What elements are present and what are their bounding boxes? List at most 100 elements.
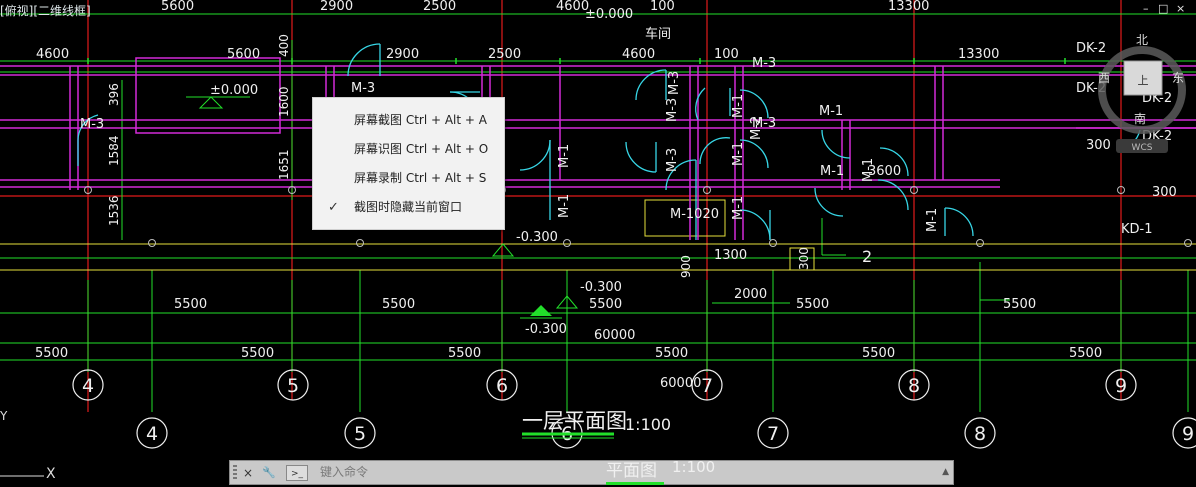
axis-row2-0: 4 bbox=[146, 423, 158, 445]
door-label-7: M-1 bbox=[819, 104, 843, 119]
ucs-y-label: Y bbox=[0, 409, 8, 423]
scroll-up-icon[interactable]: ▲ bbox=[942, 467, 949, 477]
misc-dim-7: 2 bbox=[862, 247, 872, 266]
vdim-7: 900 bbox=[679, 255, 693, 278]
restore-icon[interactable]: □ bbox=[1158, 2, 1168, 15]
span-5500-g: 5500 bbox=[655, 346, 688, 361]
elev-mid-2: -0.300 bbox=[525, 322, 567, 337]
menu-item-label: 屏幕截图 Ctrl + Alt + A bbox=[354, 113, 487, 127]
plan-title-scale: 1:100 bbox=[625, 415, 671, 434]
menu-item-label: 截图时隐藏当前窗口 bbox=[354, 200, 463, 214]
close-icon[interactable]: × bbox=[240, 465, 256, 481]
total-60000-b: 60000 bbox=[660, 376, 701, 391]
axis-row1-1: 5 bbox=[287, 375, 299, 397]
cad-drawing-canvas[interactable]: 5600 2900 2500 4600 100 13300 4600 5600 … bbox=[0, 0, 1196, 487]
door-label-2: M-3 bbox=[752, 56, 776, 71]
axis-row2-1: 5 bbox=[354, 423, 366, 445]
plan-label: 平面图 bbox=[606, 461, 657, 481]
menu-item-screenshot[interactable]: 屏幕截图 Ctrl + Alt + A bbox=[313, 106, 504, 135]
vdim-2: 400 bbox=[277, 34, 291, 57]
dim-row2-3: 2500 bbox=[488, 47, 521, 62]
menu-item-hide-window[interactable]: ✓ 截图时隐藏当前窗口 bbox=[313, 193, 504, 222]
dim-row2-1: 5600 bbox=[227, 47, 260, 62]
axis-row1-0: 4 bbox=[82, 375, 94, 397]
dim-row2-0: 4600 bbox=[36, 47, 69, 62]
door-label-12: M-1 bbox=[731, 142, 746, 166]
kd-label: KD-1 bbox=[1121, 222, 1153, 237]
command-bar: × 🔧 >_ 键入命令 ▲ bbox=[229, 460, 954, 485]
door-label-0: M-3 bbox=[351, 81, 375, 96]
dim-row2-5: 100 bbox=[714, 47, 739, 62]
check-icon: ✓ bbox=[328, 200, 339, 215]
misc-dim-2: 300 bbox=[1152, 185, 1177, 200]
door-label-11: M-1 bbox=[731, 94, 746, 118]
axis-lines bbox=[0, 0, 1196, 412]
dim-row2-2: 2900 bbox=[386, 47, 419, 62]
screenshot-context-menu: 屏幕截图 Ctrl + Alt + A 屏幕识图 Ctrl + Alt + O … bbox=[312, 97, 505, 230]
vdim-5: 1536 bbox=[107, 195, 121, 226]
elev-mid-0: -0.300 bbox=[516, 230, 558, 245]
viewcube-top[interactable]: 上 bbox=[1138, 74, 1149, 87]
viewport-label[interactable]: [俯视][二维线框] bbox=[0, 2, 91, 19]
compass-east[interactable]: 东 bbox=[1172, 71, 1184, 85]
misc-dim-5: 5500 bbox=[796, 297, 829, 312]
door-label-16: M-2 bbox=[749, 116, 764, 140]
dim-top-0: 5600 bbox=[161, 0, 194, 14]
drag-handle[interactable] bbox=[233, 465, 237, 481]
axis-row1-3: 7 bbox=[701, 375, 713, 397]
vdim-4: 1651 bbox=[277, 149, 291, 180]
door-label-6: M-3 bbox=[665, 148, 680, 172]
close-icon[interactable]: × bbox=[1176, 2, 1185, 15]
vdim-1: 1600 bbox=[277, 86, 291, 117]
workshop-label: 车间 bbox=[645, 26, 671, 42]
menu-item-label: 屏幕识图 Ctrl + Alt + O bbox=[354, 142, 489, 156]
span-5500-a: 5500 bbox=[174, 297, 207, 312]
total-60000-a: 60000 bbox=[594, 328, 635, 343]
span-5500-e: 5500 bbox=[241, 346, 274, 361]
vdim-0: 396 bbox=[107, 83, 121, 106]
dk-label-0: DK-2 bbox=[1076, 41, 1106, 56]
plan-label-scale: 1:100 bbox=[672, 458, 716, 476]
wcs-menu[interactable]: WCS bbox=[1132, 143, 1153, 153]
door-label-5: M-3 bbox=[665, 98, 680, 122]
menu-item-label: 屏幕录制 Ctrl + Alt + S bbox=[354, 171, 487, 185]
misc-dim-6: 5500 bbox=[1003, 297, 1036, 312]
compass-north[interactable]: 北 bbox=[1136, 33, 1148, 47]
command-placeholder: 键入命令 bbox=[320, 465, 369, 479]
axis-row2-3: 7 bbox=[767, 423, 779, 445]
menu-item-screen-record[interactable]: 屏幕录制 Ctrl + Alt + S bbox=[313, 164, 504, 193]
elev-left: ±0.000 bbox=[210, 83, 258, 98]
span-5500-i: 5500 bbox=[1069, 346, 1102, 361]
compass-south[interactable]: 南 bbox=[1134, 111, 1146, 126]
axis-row2-4: 8 bbox=[974, 423, 986, 445]
dim-top-2: 2500 bbox=[423, 0, 456, 14]
vdim-8: 300 bbox=[797, 247, 811, 270]
plan-label-underline bbox=[606, 482, 664, 485]
dim-top-4: 100 bbox=[650, 0, 675, 14]
span-5500-f: 5500 bbox=[448, 346, 481, 361]
dim-row2-4: 4600 bbox=[622, 47, 655, 62]
vdim-3: 1584 bbox=[107, 135, 121, 166]
dim-row2-6: 13300 bbox=[958, 47, 999, 62]
door-labels: M-3 M-3 M-3 M-3 M-3 M-3 M-3 M-1 M-1 M-1 … bbox=[80, 56, 940, 232]
door-swings bbox=[77, 43, 1141, 241]
span-5500-h: 5500 bbox=[862, 346, 895, 361]
misc-dim-3: 1300 bbox=[714, 248, 747, 263]
minimize-icon[interactable]: – bbox=[1143, 2, 1149, 15]
compass-west[interactable]: 西 bbox=[1098, 71, 1110, 85]
door-label-13: M-1 bbox=[731, 196, 746, 220]
door-label-14: M-1 bbox=[925, 208, 940, 232]
door-label-15: M-1 bbox=[861, 158, 876, 182]
door-label-1: M-3 bbox=[80, 117, 104, 132]
menu-item-screen-ocr[interactable]: 屏幕识图 Ctrl + Alt + O bbox=[313, 135, 504, 164]
wrench-icon[interactable]: 🔧 bbox=[261, 465, 277, 481]
walls bbox=[0, 57, 1196, 240]
axis-bubbles-row1 bbox=[72, 369, 1137, 401]
dim-top-1: 2900 bbox=[320, 0, 353, 14]
command-prompt-icon[interactable]: >_ bbox=[286, 465, 308, 481]
section-lines bbox=[0, 199, 1196, 271]
axis-row2-5: 9 bbox=[1182, 423, 1194, 445]
door-label-4: M-3 bbox=[667, 71, 682, 95]
door-label-17: M-1020 bbox=[670, 207, 719, 222]
axis-row1-5: 9 bbox=[1115, 375, 1127, 397]
